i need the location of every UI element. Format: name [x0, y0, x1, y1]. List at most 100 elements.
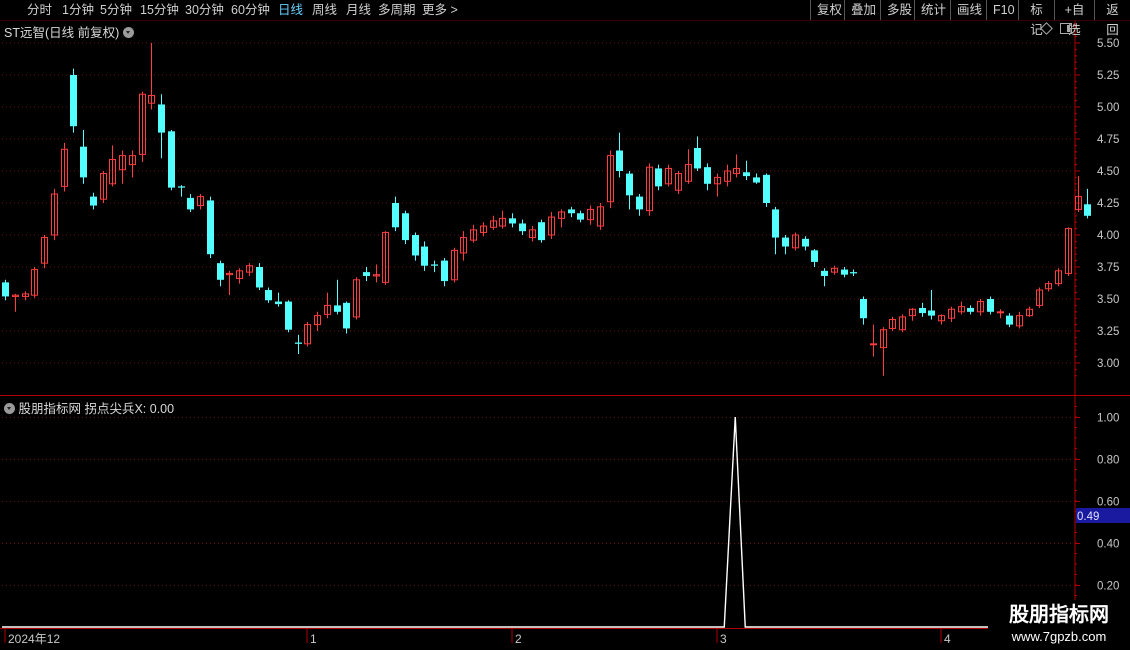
indicator-line	[2, 416, 1074, 628]
price-tick-label: 3.75	[1097, 262, 1119, 274]
indicator-panel-title[interactable]: 股朋指标网 拐点尖兵X: 0.00	[4, 398, 174, 417]
candle-body-down	[704, 167, 711, 184]
toolbar-action-3[interactable]: 统计	[914, 0, 952, 20]
candle-body-down	[782, 237, 789, 247]
candle-body-down	[256, 267, 263, 288]
watermark: 股朋指标网 www.7gpzb.com	[988, 600, 1130, 650]
candle-body-up	[870, 343, 877, 346]
candle-body-down	[802, 238, 809, 247]
tab-period-8[interactable]: 月线	[346, 0, 371, 20]
panel-toggle-icon[interactable]	[1060, 23, 1072, 34]
price-tick-label: 3.50	[1097, 294, 1119, 306]
candle-body-down	[655, 168, 662, 187]
candle-body-down	[967, 307, 974, 312]
candle-body-down	[80, 146, 87, 178]
candle-body-down	[402, 213, 409, 241]
indicator-tick-label: 0.40	[1097, 539, 1119, 551]
toolbar-action-4[interactable]: 画线	[950, 0, 988, 20]
toolbar-action-5[interactable]: F10	[986, 0, 1018, 20]
price-tick-label: 4.75	[1097, 134, 1119, 146]
candle-body-down	[2, 282, 9, 297]
candle-body-down	[987, 299, 994, 312]
toolbar-action-2[interactable]: 多股	[880, 0, 918, 20]
price-title-text: ST远智(日线 前复权)	[4, 26, 120, 40]
candle-body-down	[207, 200, 214, 255]
indicator-title-text: 股朋指标网 拐点尖兵X: 0.00	[18, 402, 175, 416]
candle-body-down	[168, 131, 175, 188]
indicator-tick-label: 0.20	[1097, 581, 1119, 593]
price-tick-label: 3.25	[1097, 326, 1119, 338]
candle-body-down	[217, 263, 224, 280]
toolbar-action-7[interactable]: +自选	[1054, 0, 1094, 37]
candle-body-up	[997, 311, 1004, 314]
tab-period-0[interactable]: 分时	[27, 0, 52, 20]
candle-body-down	[772, 209, 779, 238]
tab-period-9[interactable]: 多周期	[378, 0, 416, 20]
candle-body-down	[392, 203, 399, 228]
candle-body-down	[928, 310, 935, 316]
candle-body-down	[841, 269, 848, 275]
candle-body-down	[919, 307, 926, 314]
candle-body-down	[441, 260, 448, 282]
candle-body-down	[412, 235, 419, 256]
candle-body-down	[636, 196, 643, 210]
toolbar-action-6[interactable]: 标记	[1018, 0, 1054, 37]
candle-body-down	[90, 196, 97, 206]
tab-period-7[interactable]: 周线	[312, 0, 337, 20]
candle-body-down	[577, 213, 584, 220]
tab-period-2[interactable]: 5分钟	[100, 0, 132, 20]
watermark-title: 股朋指标网	[1009, 604, 1109, 626]
price-tick-label: 4.00	[1097, 230, 1119, 242]
price-tick-label: 3.00	[1097, 358, 1119, 370]
candle-body-down	[343, 302, 350, 329]
candle-body-down	[763, 174, 770, 203]
candle-body-down	[509, 218, 516, 224]
dropdown-icon[interactable]	[122, 27, 134, 38]
candle-body-down	[431, 264, 438, 266]
candle-body-down	[821, 270, 828, 276]
candle-body-down	[538, 222, 545, 241]
candle-body-down	[1084, 204, 1091, 216]
tab-period-10[interactable]: 更多 >	[422, 0, 458, 20]
candle-body-down	[811, 250, 818, 262]
price-tick-label: 5.25	[1097, 70, 1119, 82]
chart-canvas[interactable]: 5.505.255.004.754.504.254.003.753.503.25…	[0, 0, 1130, 650]
candle-body-down	[295, 342, 302, 344]
tab-period-5[interactable]: 60分钟	[231, 0, 270, 20]
price-tick-label: 4.25	[1097, 198, 1119, 210]
indicator-tick-label: 0.60	[1097, 497, 1119, 509]
watermark-url: www.7gpzb.com	[1011, 629, 1107, 644]
tab-period-1[interactable]: 1分钟	[62, 0, 94, 20]
candle-body-down	[753, 177, 760, 183]
tab-period-3[interactable]: 15分钟	[140, 0, 179, 20]
price-tick-label: 5.00	[1097, 102, 1119, 114]
candle-body-down	[285, 301, 292, 330]
candle-body-down	[178, 186, 185, 188]
dropdown-icon[interactable]	[4, 403, 15, 414]
candle-body-down	[743, 172, 750, 177]
x-axis-label: 2	[515, 632, 522, 646]
tab-period-6[interactable]: 日线	[278, 0, 303, 20]
candle-body-down	[519, 223, 526, 232]
toolbar-action-8[interactable]: 返回	[1094, 0, 1130, 37]
candle-body-down	[158, 104, 165, 133]
indicator-tick-label: 1.00	[1097, 413, 1119, 425]
candle-body-down	[363, 272, 370, 276]
candle-body-down	[70, 75, 77, 127]
x-axis-label: 3	[720, 632, 727, 646]
toolbar-action-1[interactable]: 叠加	[844, 0, 882, 20]
candle-body-down	[850, 272, 857, 274]
candle-body-down	[626, 173, 633, 196]
toolbar-action-0[interactable]: 复权	[810, 0, 848, 20]
candle-body-down	[568, 209, 575, 214]
price-panel-title[interactable]: ST远智(日线 前复权)	[4, 22, 134, 41]
candle-body-down	[421, 246, 428, 266]
cursor-value-label: 0.49	[1077, 511, 1099, 523]
candle-body-down	[860, 299, 867, 319]
candle-body-down	[694, 147, 701, 169]
period-toolbar: 分时 1分钟 5分钟 15分钟 30分钟 60分钟 日线 周线 月线 多周期 更多 > 复权 叠加 多股统…	[0, 0, 1130, 37]
candle-body-down	[616, 150, 623, 171]
x-axis-label: 4	[944, 632, 951, 646]
price-tick-label: 4.50	[1097, 166, 1119, 178]
tab-period-4[interactable]: 30分钟	[185, 0, 224, 20]
